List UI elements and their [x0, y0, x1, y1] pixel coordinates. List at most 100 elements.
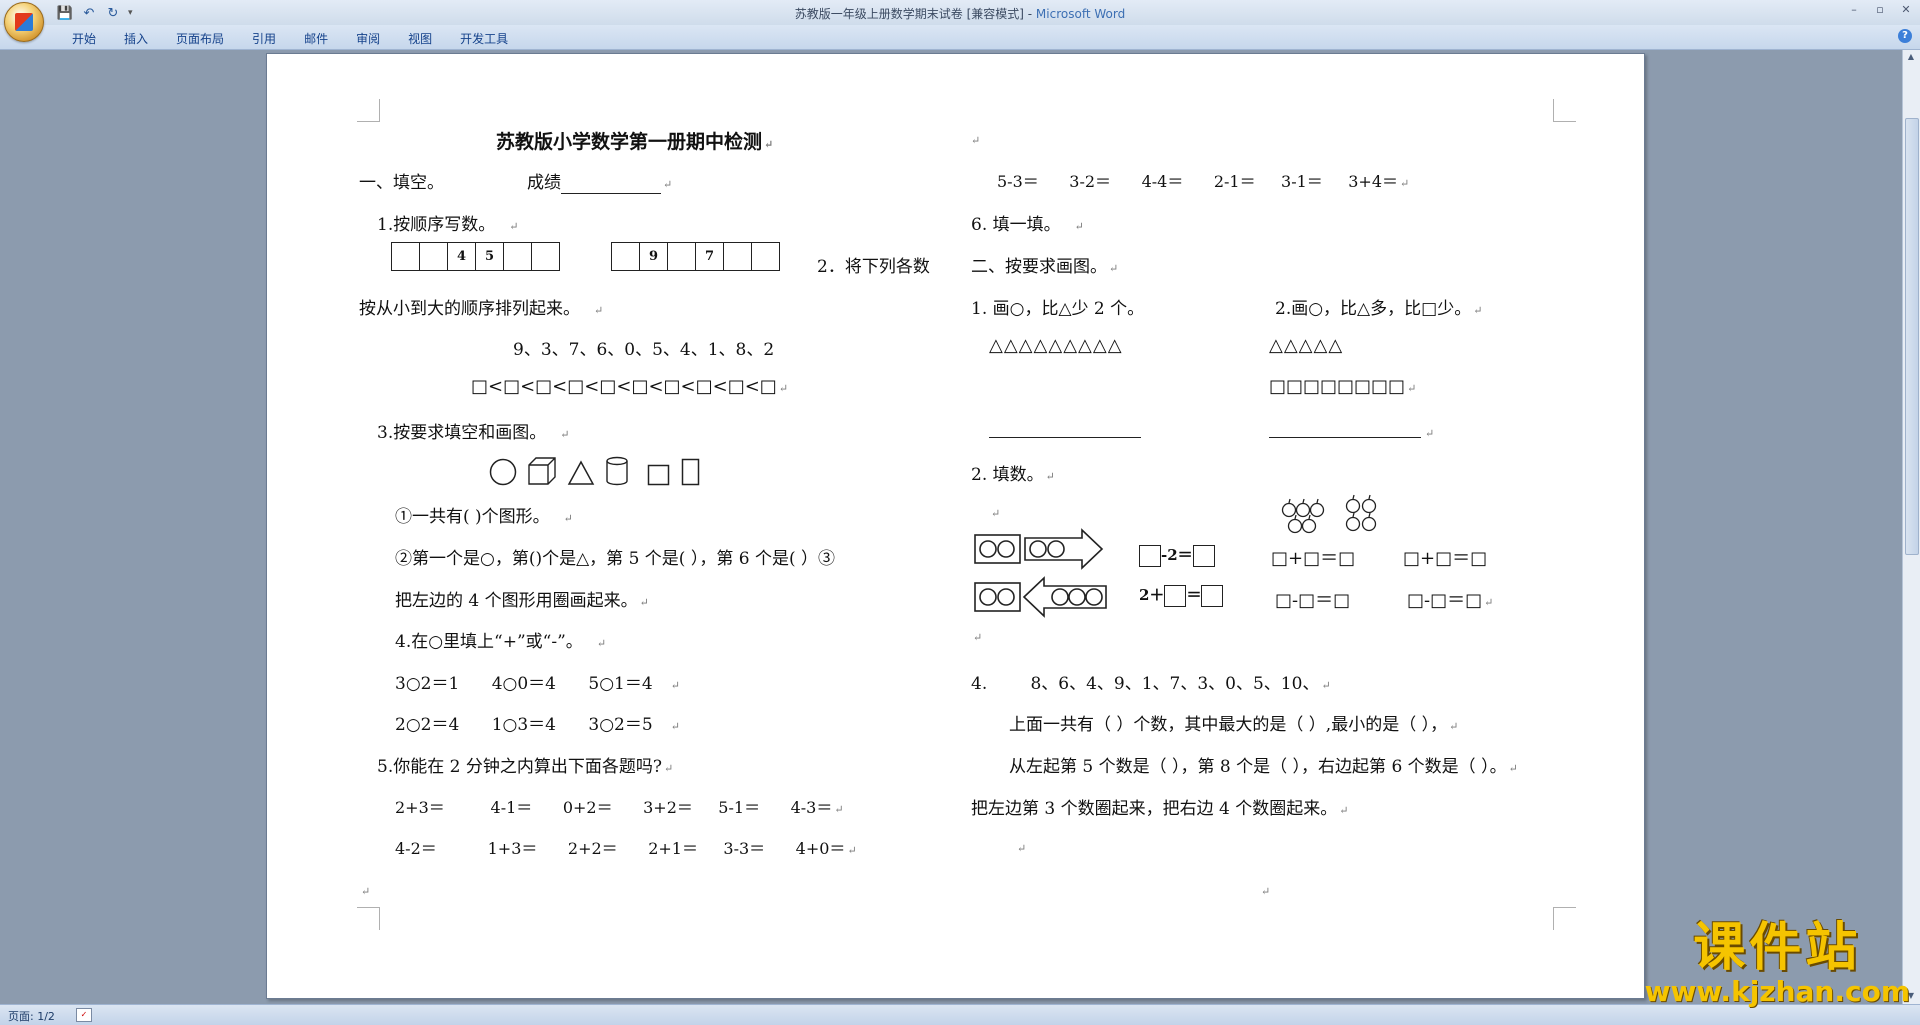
answer-box[interactable] — [1201, 585, 1224, 607]
watermark-brand: 课件站 — [1693, 918, 1862, 978]
para-mark: ↵ — [1425, 427, 1435, 440]
tab-mailings[interactable]: 邮件 — [290, 30, 342, 47]
seq-cell[interactable] — [531, 242, 560, 271]
box-equation-minus: -2＝ — [1139, 544, 1215, 567]
seq-cell[interactable]: 5 — [475, 242, 504, 271]
cube-shape-icon — [528, 457, 556, 485]
tab-developer[interactable]: 开发工具 — [446, 30, 522, 47]
fill-numbers-heading: 2. 填数。 ↵ — [971, 465, 1055, 485]
window-title: 苏教版一年级上册数学期末试卷 [兼容模式] - Microsoft Word — [0, 5, 1920, 22]
document-body[interactable]: 苏教版小学数学第一册期中检测 ↵ 一、填空。 成绩 ↵ 1.按顺序写数。 ↵ 4 5… — [267, 54, 1644, 998]
cylinder-shape-icon — [606, 456, 628, 486]
tab-review[interactable]: 审阅 — [342, 30, 394, 47]
draw-q1: 1. 画○，比△少 2 个。 — [971, 299, 1145, 319]
q5-row-1: 2+3＝ 4-1＝ 0+2＝ 3+2＝ 5-1＝ 4-3＝ ↵ — [395, 798, 844, 817]
status-bar: 页面: 1/2 ✓ — [0, 1004, 1920, 1025]
arrow-left-icon — [974, 576, 1107, 618]
seq-cell[interactable] — [667, 242, 696, 271]
seq-cell[interactable]: 9 — [639, 242, 668, 271]
r-q4-b: 从左起第 5 个数是（ ），第 8 个是（ ），右边起第 6 个数是（ ）。 ↵ — [1009, 757, 1518, 777]
q3-text: 3.按要求填空和画图。 ↵ — [377, 423, 570, 443]
seq-cell[interactable] — [611, 242, 640, 271]
squares-row: □□□□□□□□ ↵ — [1269, 376, 1417, 397]
seq-cell[interactable] — [751, 242, 780, 271]
seq-cell[interactable] — [723, 242, 752, 271]
section-2-heading: 二、按要求画图。 ↵ — [971, 257, 1119, 277]
seq-cell[interactable] — [419, 242, 448, 271]
watermark-logo: 课件站 www.kjzhan.com — [1645, 919, 1910, 1007]
answer-box[interactable] — [1164, 585, 1187, 607]
seq-cell[interactable]: 4 — [447, 242, 476, 271]
tab-view[interactable]: 视图 — [394, 30, 446, 47]
q6-text: 6. 填一填。 ↵ — [971, 215, 1084, 235]
close-button[interactable]: ✕ — [1898, 3, 1914, 17]
q2-continuation: 按从小到大的顺序排列起来。 ↵ — [359, 299, 604, 319]
triangles-row-1: △△△△△△△△△ — [989, 335, 1123, 356]
arrow-right-icon — [974, 528, 1104, 570]
scroll-thumb[interactable] — [1905, 118, 1919, 555]
office-button[interactable] — [4, 2, 44, 42]
q4-text: 4.在○里填上“+”或“-”。 ↵ — [395, 632, 607, 652]
title-bar: 💾 ↶ ↻ ▾ 苏教版一年级上册数学期末试卷 [兼容模式] - Microsof… — [0, 0, 1920, 42]
answer-line[interactable] — [1269, 437, 1421, 438]
answer-line[interactable] — [989, 437, 1141, 438]
page-info[interactable]: 页面: 1/2 — [8, 1008, 55, 1024]
help-icon[interactable]: ? — [1898, 29, 1912, 43]
q3-b: ②第一个是○，第()个是△，第 5 个是( ），第 6 个是( ）③ — [395, 549, 835, 569]
para-mark: ↵ — [1261, 885, 1271, 898]
sequence-grid-1: 4 5 — [391, 242, 588, 271]
proofing-icon[interactable]: ✓ — [76, 1008, 92, 1022]
para-mark: ↵ — [971, 134, 981, 147]
equation-plus-1: □+□＝□ — [1271, 548, 1356, 569]
window-title-app: Microsoft Word — [1035, 7, 1126, 21]
q3-c: 把左边的 4 个图形用圈画起来。 ↵ — [395, 591, 649, 611]
equation-minus-2: □-□＝□ ↵ — [1407, 590, 1494, 611]
shapes-row — [489, 456, 701, 486]
box-equation-plus: 2＋＝ — [1139, 584, 1224, 607]
triangles-row-2: △△△△△ — [1269, 335, 1344, 356]
para-mark: ↵ — [973, 631, 983, 644]
score-line: 成绩 ↵ — [527, 173, 673, 194]
r-q4-a: 上面一共有（ ）个数，其中最大的是（ ）,最小的是（ ）， ↵ — [1009, 715, 1459, 735]
tab-page-layout[interactable]: 页面布局 — [162, 30, 238, 47]
q2-heading: 2．将下列各数 — [817, 257, 930, 277]
sequence-grid-2: 9 7 — [611, 242, 780, 271]
q4-row-2: 2○2＝4 1○3＝4 3○2＝5 ↵ — [395, 715, 680, 735]
equation-minus-1: □-□＝□ — [1275, 590, 1351, 611]
r-q4-text: 4. 8、6、4、9、1、7、3、0、5、10、 ↵ — [971, 674, 1331, 694]
equation-plus-2: □+□＝□ — [1403, 548, 1488, 569]
tab-home[interactable]: 开始 — [58, 30, 110, 47]
para-mark: ↵ — [991, 507, 1001, 520]
seq-cell — [559, 242, 588, 271]
q5-row-2: 4-2＝ 1+3＝ 2+2＝ 2+1＝ 3-3＝ 4+0＝ ↵ — [395, 839, 857, 858]
office-logo-icon — [15, 13, 33, 31]
watermark-url: www.kjzhan.com — [1644, 975, 1910, 1008]
vertical-scrollbar[interactable]: ▲ ▼ — [1902, 50, 1920, 1005]
scroll-up-icon[interactable]: ▲ — [1905, 52, 1917, 64]
window-controls: – ▫ ✕ — [1846, 3, 1914, 17]
ribbon-tabs: 开始 插入 页面布局 引用 邮件 审阅 视图 开发工具 ? — [0, 25, 1920, 50]
square-shape-icon — [647, 464, 670, 486]
maximize-button[interactable]: ▫ — [1872, 3, 1888, 17]
apples-group-icon — [1281, 498, 1325, 534]
apples-group-icon — [1345, 494, 1377, 532]
q2-numbers: 9、3、7、6、0、5、4、1、8、2 — [513, 340, 775, 360]
minimize-button[interactable]: – — [1846, 3, 1862, 17]
draw-q2: 2.画○，比△多，比□少。 ↵ — [1275, 299, 1483, 319]
tab-references[interactable]: 引用 — [238, 30, 290, 47]
seq-cell[interactable]: 7 — [695, 242, 724, 271]
answer-box[interactable] — [1139, 545, 1161, 567]
q4-row-1: 3○2＝1 4○0＝4 5○1＝4 ↵ — [395, 674, 680, 694]
q1-text: 1.按顺序写数。 ↵ — [377, 215, 519, 235]
right-calc-row: 5-3＝ 3-2＝ 4-4＝ 2-1＝ 3-1＝ 3+4＝ ↵ — [997, 172, 1410, 191]
triangle-shape-icon — [567, 460, 595, 485]
q5-text: 5.你能在 2 分钟之内算出下面各题吗? ↵ — [377, 757, 674, 777]
para-mark: ↵ — [1017, 842, 1027, 855]
para-mark: ↵ — [361, 885, 371, 898]
fill-heading: 一、填空。 — [359, 173, 444, 193]
answer-box[interactable] — [1192, 545, 1215, 567]
r-q4-c: 把左边第 3 个数圈起来，把右边 4 个数圈起来。 ↵ — [971, 799, 1349, 819]
tab-insert[interactable]: 插入 — [110, 30, 162, 47]
seq-cell[interactable] — [391, 242, 420, 271]
seq-cell[interactable] — [503, 242, 532, 271]
